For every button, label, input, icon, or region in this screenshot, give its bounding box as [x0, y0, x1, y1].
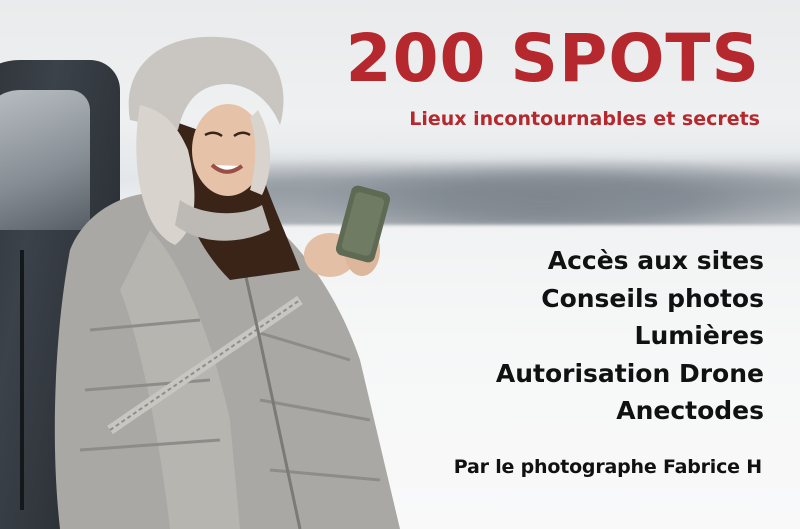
feature-item: Conseils photos	[541, 283, 764, 313]
feature-item: Lumières	[634, 321, 764, 350]
poster: 200 SPOTS Lieux incontournables et secre…	[0, 0, 800, 529]
feature-item: Accès aux sites	[547, 246, 764, 275]
poster-subtitle: Lieux incontournables et secrets	[409, 108, 760, 130]
poster-title: 200 SPOTS	[345, 20, 760, 97]
feature-item: Autorisation Drone	[495, 358, 764, 388]
feature-list: Accès aux sites Conseils photos Lumières…	[496, 242, 764, 430]
author-credit: Par le photographe Fabrice H	[453, 456, 762, 478]
feature-item: Anectodes	[616, 396, 764, 425]
